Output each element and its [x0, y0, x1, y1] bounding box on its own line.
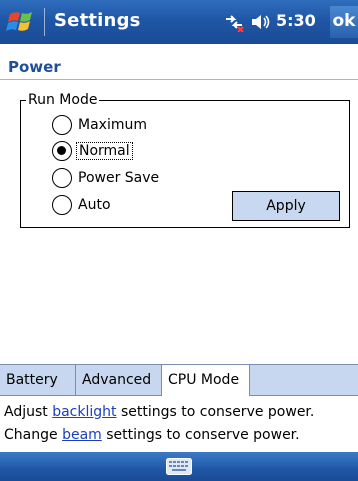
page-title: Power	[8, 58, 61, 76]
radio-option-normal[interactable]: Normal	[52, 140, 133, 162]
info-text: settings to conserve power.	[101, 427, 300, 443]
tab-advanced[interactable]: Advanced	[76, 365, 162, 396]
tab-cpu-mode[interactable]: CPU Mode	[162, 365, 250, 397]
connectivity-icon[interactable]	[223, 12, 245, 32]
apply-button[interactable]: Apply	[232, 191, 340, 221]
backlight-link[interactable]: backlight	[52, 404, 116, 420]
radio-label: Power Save	[78, 170, 160, 186]
speaker-icon[interactable]	[250, 12, 272, 32]
radio-option-power-save[interactable]: Power Save	[52, 167, 159, 189]
radio-option-auto[interactable]: Auto	[52, 194, 111, 216]
keyboard-icon[interactable]	[166, 458, 192, 475]
radio-button-selected[interactable]	[52, 141, 72, 161]
windows-flag-icon	[6, 12, 32, 31]
run-mode-legend: Run Mode	[26, 92, 100, 108]
radio-label: Maximum	[78, 117, 147, 133]
radio-button[interactable]	[52, 115, 72, 135]
info-text: settings to conserve power.	[116, 404, 315, 420]
info-text: Change	[4, 427, 63, 443]
title-separator	[44, 8, 45, 36]
backlight-info: Adjust backlight settings to conserve po…	[4, 404, 314, 424]
page-header: Power	[0, 44, 358, 80]
beam-info: Change beam settings to conserve power.	[4, 427, 300, 447]
start-button[interactable]	[6, 8, 40, 36]
tab-battery[interactable]: Battery	[0, 365, 76, 396]
radio-label: Auto	[78, 197, 111, 213]
title-bar: Settings 5:30 ok	[0, 0, 358, 44]
radio-label: Normal	[76, 142, 133, 160]
info-panel: Adjust backlight settings to conserve po…	[0, 396, 358, 450]
clock[interactable]: 5:30	[276, 11, 316, 30]
beam-link[interactable]: beam	[62, 427, 102, 443]
app-title: Settings	[54, 10, 141, 31]
radio-button[interactable]	[52, 195, 72, 215]
info-text: Adjust	[4, 404, 53, 420]
ok-button[interactable]: ok	[330, 6, 358, 38]
radio-option-maximum[interactable]: Maximum	[52, 114, 147, 136]
radio-button[interactable]	[52, 168, 72, 188]
bottom-menu-bar	[0, 452, 358, 481]
tab-bar: Battery Advanced CPU Mode	[0, 364, 358, 397]
